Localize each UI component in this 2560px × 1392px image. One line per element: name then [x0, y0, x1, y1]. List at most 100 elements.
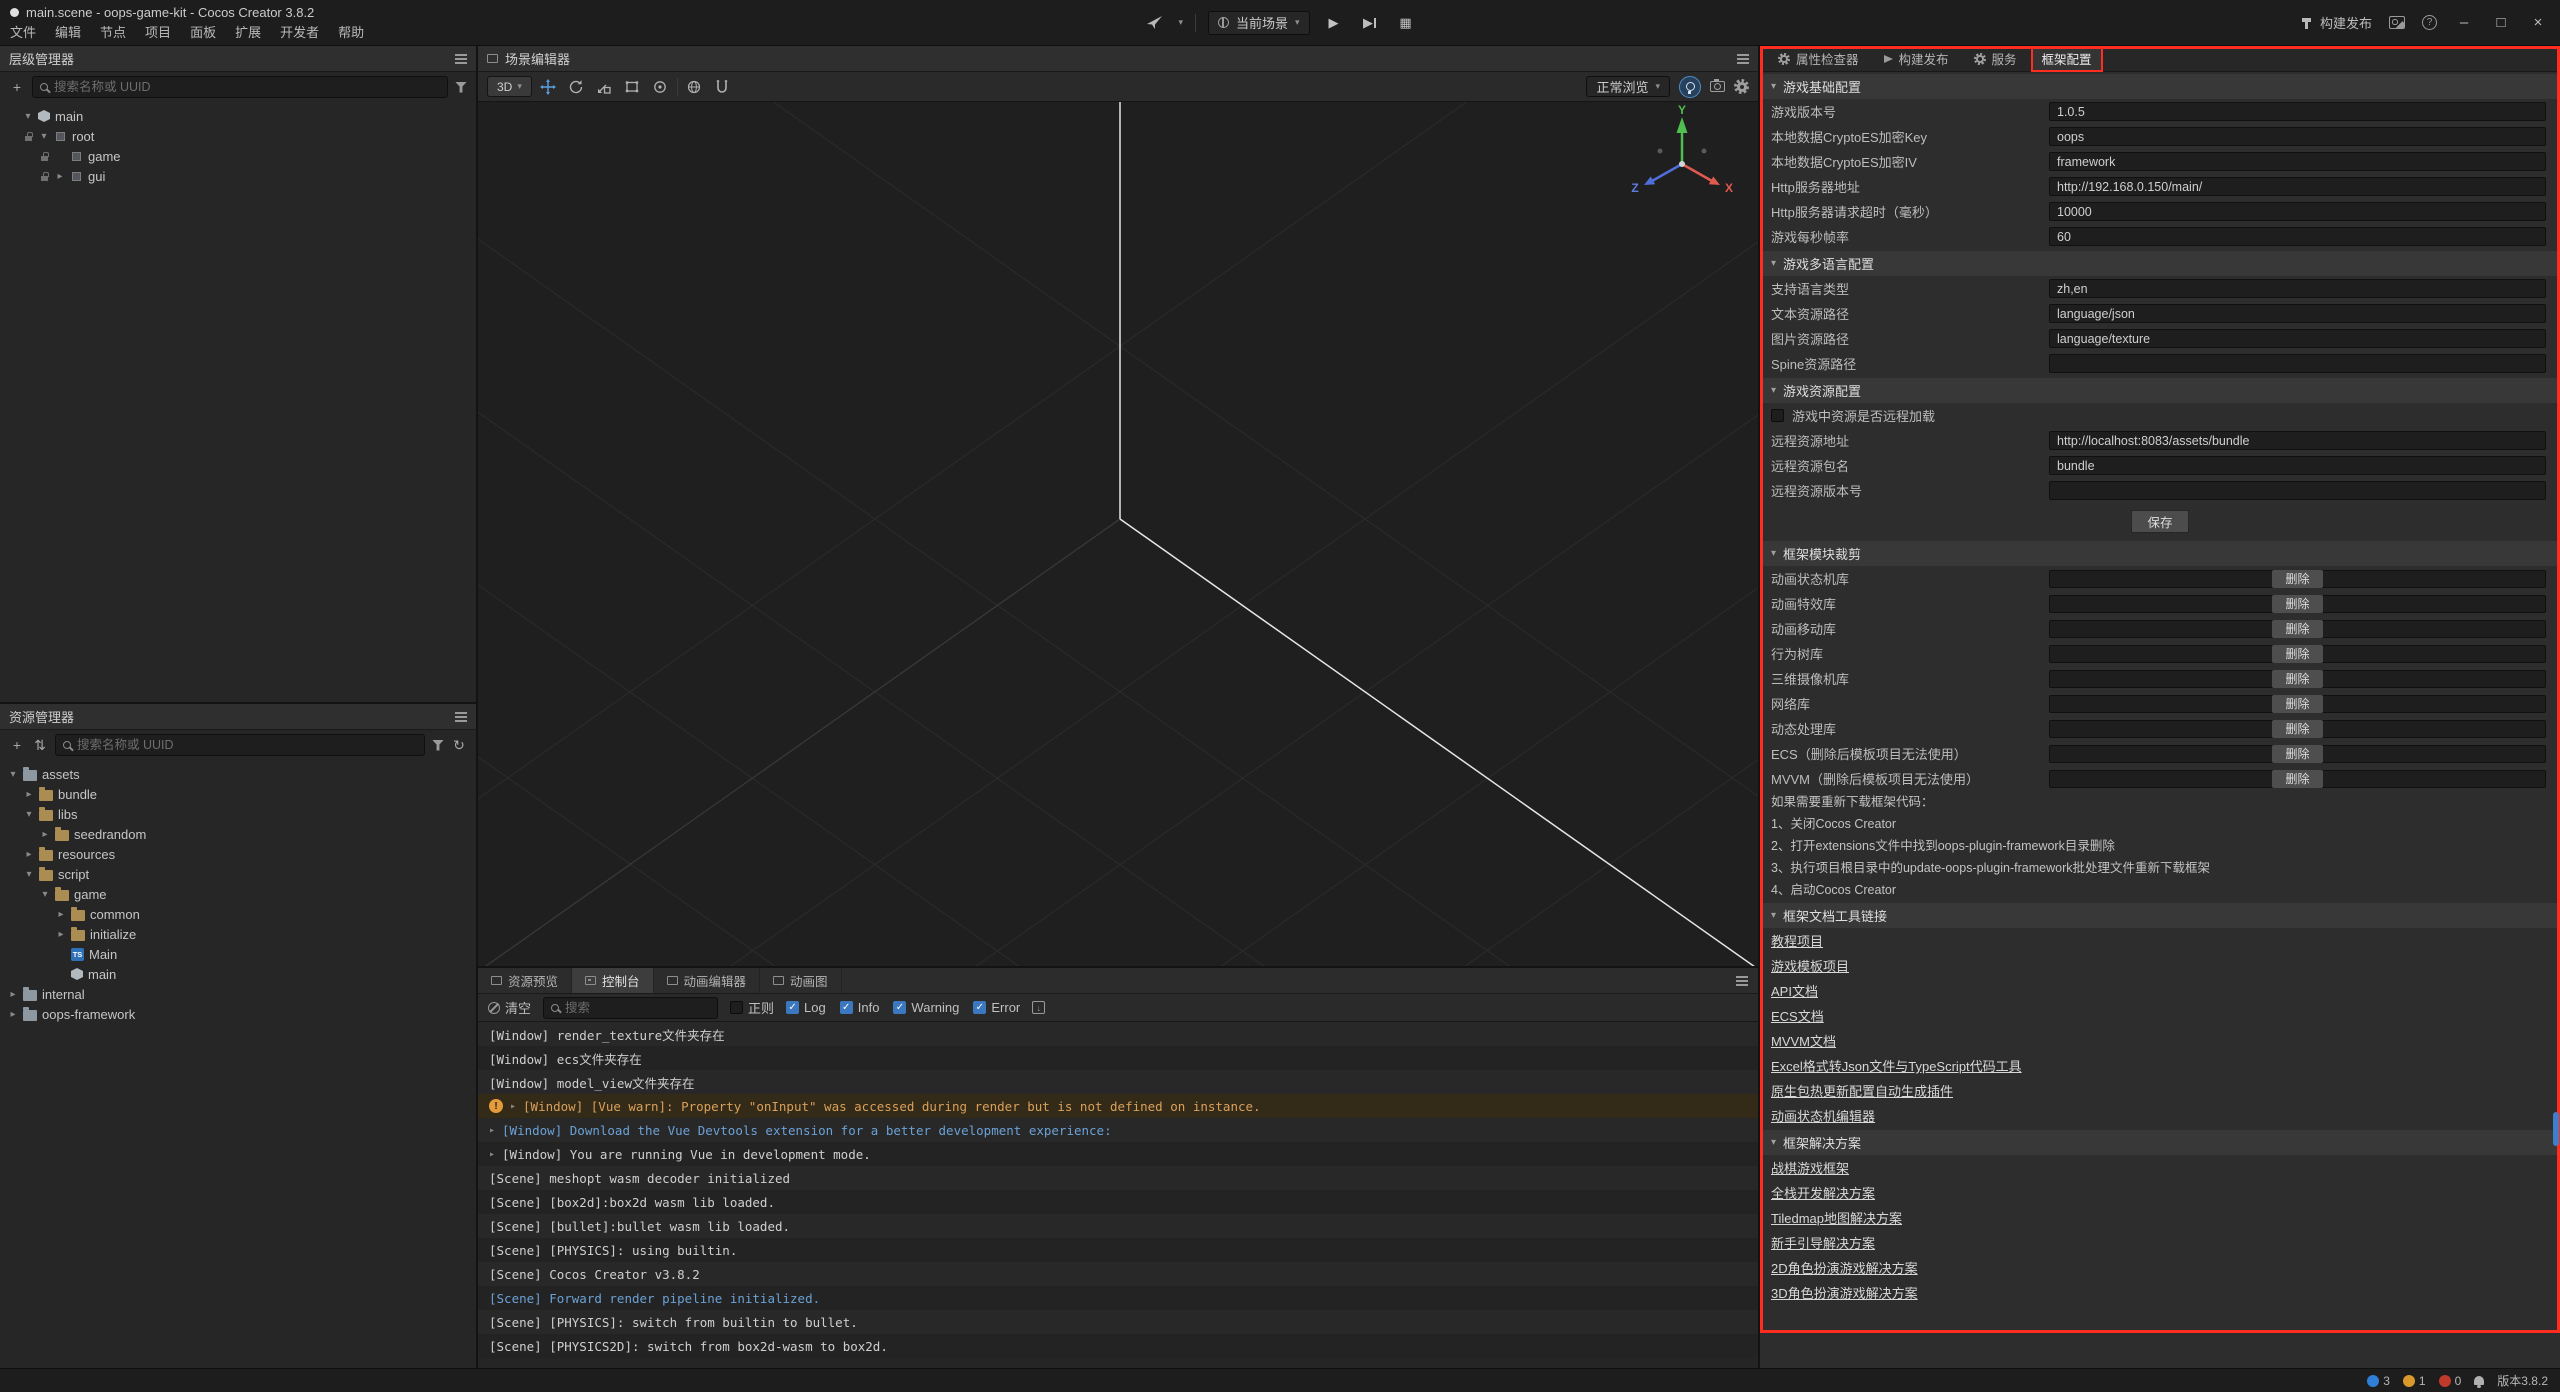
tab-console[interactable]: 控制台 — [572, 968, 654, 993]
preview-image-icon[interactable] — [2389, 16, 2405, 29]
hierarchy-node-row[interactable]: ▸ gui — [0, 166, 476, 186]
property-input[interactable] — [2049, 354, 2546, 373]
panel-menu-icon[interactable] — [455, 58, 467, 60]
property-input[interactable] — [2049, 227, 2546, 246]
filter-checkbox[interactable] — [786, 1001, 799, 1014]
doc-link[interactable]: MVVM文档 — [1771, 1031, 1836, 1050]
property-input[interactable] — [2049, 177, 2546, 196]
expand-arrow-icon[interactable]: ▸ — [489, 1149, 495, 1160]
hierarchy-search[interactable] — [32, 76, 448, 98]
bell-icon[interactable] — [2474, 1376, 2484, 1385]
solution-link[interactable]: 战棋游戏框架 — [1771, 1158, 1849, 1177]
log-row[interactable]: ▸ [Window] Download the Vue Devtools ext… — [478, 1118, 1758, 1142]
refresh-icon[interactable]: ↻ — [451, 737, 467, 754]
scene-light-toggle[interactable] — [1679, 76, 1701, 98]
section-resource-config[interactable]: ▾ 游戏资源配置 — [1760, 378, 2560, 403]
property-input[interactable] — [2049, 431, 2546, 450]
property-input[interactable] — [2049, 456, 2546, 475]
doc-link[interactable]: API文档 — [1771, 981, 1818, 1000]
log-filter[interactable]: Error — [973, 1000, 1020, 1015]
tab-services[interactable]: 服务 — [1963, 46, 2028, 72]
delete-module-button[interactable]: 删除 — [2272, 670, 2322, 688]
step-button[interactable]: ▶ — [1358, 12, 1382, 34]
error-count[interactable]: 0 — [2439, 1374, 2462, 1388]
log-filter[interactable]: Warning — [893, 1000, 959, 1015]
delete-module-button[interactable]: 删除 — [2272, 720, 2322, 738]
expand-arrow-icon[interactable]: ▸ — [56, 909, 66, 920]
property-input[interactable] — [2049, 152, 2546, 171]
scene-viewport[interactable]: Y X Z — [478, 102, 1758, 966]
expand-arrow-icon[interactable]: ▸ — [55, 171, 65, 182]
tab-framework-config[interactable]: 框架配置 — [2031, 46, 2103, 72]
log-row[interactable]: [Scene] meshopt wasm decoder initialized — [478, 1166, 1758, 1190]
mode-3d-button[interactable]: 3D▾ — [487, 76, 532, 97]
move-tool-icon[interactable] — [537, 75, 560, 98]
log-row[interactable]: [Window] render_texture文件夹存在 — [478, 1022, 1758, 1046]
log-row[interactable]: ! ▸ [Window] [Vue warn]: Property "onInp… — [478, 1094, 1758, 1118]
doc-link[interactable]: ECS文档 — [1771, 1006, 1824, 1025]
asset-node-row[interactable]: ▸ seedrandom — [0, 824, 476, 844]
solution-link[interactable]: 新手引导解决方案 — [1771, 1233, 1875, 1252]
property-input[interactable] — [2049, 202, 2546, 221]
property-input[interactable] — [2049, 279, 2546, 298]
minimize-button[interactable]: – — [2454, 14, 2474, 31]
asset-node-row[interactable]: Main — [0, 944, 476, 964]
log-row[interactable]: [Scene] Cocos Creator v3.8.2 — [478, 1262, 1758, 1286]
gear-icon[interactable] — [1734, 79, 1749, 94]
remote-load-checkbox[interactable] — [1771, 409, 1784, 422]
delete-module-button[interactable]: 删除 — [2272, 620, 2322, 638]
log-row[interactable]: [Scene] [PHYSICS2D]: switch from box2d-w… — [478, 1334, 1758, 1358]
solution-link[interactable]: Tiledmap地图解决方案 — [1771, 1208, 1902, 1227]
console-search[interactable] — [543, 997, 718, 1019]
layout-grid-icon[interactable]: ▦ — [1394, 12, 1418, 34]
asset-node-row[interactable]: ▾ libs — [0, 804, 476, 824]
menu-item[interactable]: 扩展 — [235, 22, 261, 41]
delete-module-button[interactable]: 删除 — [2272, 695, 2322, 713]
log-row[interactable]: [Scene] [PHYSICS]: using builtin. — [478, 1238, 1758, 1262]
solution-link[interactable]: 3D角色扮演游戏解决方案 — [1771, 1283, 1918, 1302]
tab-build-publish[interactable]: 构建发布 — [1873, 46, 1960, 72]
pivot-tool-icon[interactable] — [649, 75, 672, 98]
hierarchy-search-input[interactable] — [54, 80, 440, 94]
panel-menu-icon[interactable] — [1737, 58, 1749, 60]
menu-item[interactable]: 面板 — [190, 22, 216, 41]
close-button[interactable]: × — [2528, 14, 2548, 31]
expand-arrow-icon[interactable]: ▸ — [24, 789, 34, 800]
tab-property-inspector[interactable]: 属性检查器 — [1767, 46, 1870, 72]
asset-node-row[interactable]: ▾ script — [0, 864, 476, 884]
snap-tool-icon[interactable] — [711, 75, 734, 98]
share-icon[interactable] — [1142, 12, 1166, 34]
log-row[interactable]: [Window] model_view文件夹存在 — [478, 1070, 1758, 1094]
regex-checkbox[interactable] — [730, 1001, 743, 1014]
expand-arrow-icon[interactable]: ▸ — [489, 1125, 495, 1136]
asset-node-row[interactable]: ▾ game — [0, 884, 476, 904]
menu-item[interactable]: 开发者 — [280, 22, 319, 41]
hierarchy-node-row[interactable]: ▾ root — [0, 126, 476, 146]
assets-search[interactable] — [55, 734, 425, 756]
asset-node-row[interactable]: ▸ bundle — [0, 784, 476, 804]
assets-search-input[interactable] — [77, 738, 417, 752]
property-input[interactable] — [2049, 329, 2546, 348]
expand-arrow-icon[interactable]: ▸ — [8, 989, 18, 1000]
scene-select[interactable]: 当前场景 ▾ — [1208, 11, 1310, 35]
regex-toggle[interactable]: 正则 — [730, 998, 774, 1017]
view-mode-select[interactable]: 正常浏览 ▾ — [1586, 76, 1670, 97]
panel-menu-icon[interactable] — [455, 716, 467, 718]
log-filter[interactable]: Info — [840, 1000, 880, 1015]
expand-arrow-icon[interactable]: ▾ — [23, 111, 33, 122]
asset-node-row[interactable]: ▸ initialize — [0, 924, 476, 944]
asset-node-row[interactable]: ▸ oops-framework — [0, 1004, 476, 1024]
add-asset-button[interactable]: + — [9, 737, 25, 753]
delete-module-button[interactable]: 删除 — [2272, 745, 2322, 763]
menu-item[interactable]: 文件 — [10, 22, 36, 41]
menu-item[interactable]: 节点 — [100, 22, 126, 41]
delete-module-button[interactable]: 删除 — [2272, 770, 2322, 788]
expand-arrow-icon[interactable]: ▸ — [56, 929, 66, 940]
camera-icon[interactable] — [1710, 81, 1725, 92]
expand-arrow-icon[interactable]: ▾ — [8, 769, 18, 780]
asset-node-row[interactable]: ▸ common — [0, 904, 476, 924]
help-icon[interactable] — [2422, 15, 2437, 30]
axis-gizmo[interactable]: Y X Z — [1612, 104, 1752, 224]
auto-scroll-icon[interactable] — [1032, 1001, 1045, 1014]
property-input[interactable] — [2049, 127, 2546, 146]
